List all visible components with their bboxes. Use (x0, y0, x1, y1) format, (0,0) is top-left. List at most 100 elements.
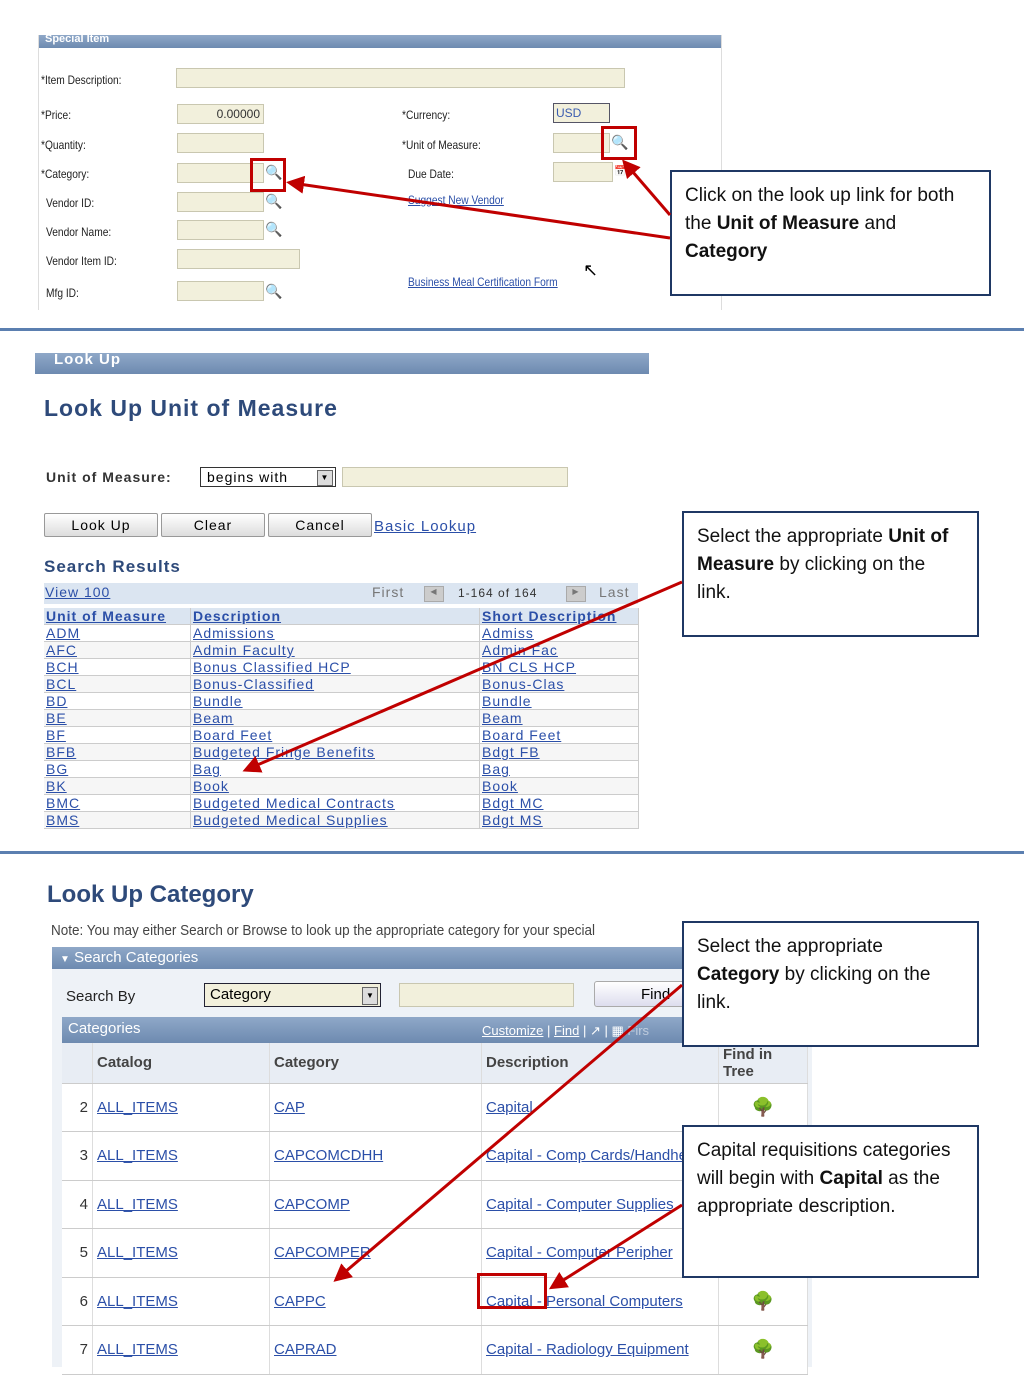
quantity-input[interactable] (177, 133, 264, 153)
category-link[interactable]: CAPCOMPER (274, 1244, 371, 1261)
category-link[interactable]: CAPCOMP (274, 1196, 350, 1213)
catalog-link[interactable]: ALL_ITEMS (97, 1147, 178, 1164)
uom-link[interactable]: Bdgt MS (482, 812, 543, 828)
uom-link[interactable]: Budgeted Medical Contracts (193, 795, 395, 811)
uom-link[interactable]: Book (482, 778, 518, 794)
description-link[interactable]: Capital (486, 1099, 533, 1116)
uom-link[interactable]: Admin Fac (482, 642, 558, 658)
category-link[interactable]: CAPCOMCDHH (274, 1147, 383, 1164)
uom-link[interactable]: BF (46, 727, 66, 743)
uom-link[interactable]: Bonus-Classified (193, 676, 314, 692)
mfg-id-input[interactable] (177, 281, 264, 301)
uom-link[interactable]: Board Feet (482, 727, 561, 743)
uom-link[interactable]: BN CLS HCP (482, 659, 576, 675)
next-arrow-icon[interactable]: ▶ (566, 586, 586, 602)
cancel-button[interactable]: Cancel (268, 513, 372, 537)
uom-link[interactable]: BMC (46, 795, 80, 811)
category-link[interactable]: CAPPC (274, 1293, 326, 1310)
uom-link[interactable]: Bonus Classified HCP (193, 659, 351, 675)
uom-link[interactable]: AFC (46, 642, 77, 658)
chevron-down-icon: ▼ (362, 987, 378, 1005)
uom-link[interactable]: BCL (46, 676, 76, 692)
uom-link[interactable]: Bonus-Clas (482, 676, 564, 692)
new-window-icon[interactable]: ↗ (590, 1023, 601, 1038)
vendor-name-lookup-icon[interactable]: 🔍 (265, 221, 282, 238)
uom-link[interactable]: Bundle (482, 693, 532, 709)
column-header-description[interactable]: Description (193, 608, 281, 624)
uom-link[interactable]: Beam (482, 710, 523, 726)
customize-link[interactable]: Customize (482, 1023, 543, 1038)
catalog-link[interactable]: ALL_ITEMS (97, 1341, 178, 1358)
price-input[interactable]: 0.00000 (177, 104, 264, 124)
uom-link[interactable]: BE (46, 710, 67, 726)
category-link[interactable]: CAP (274, 1099, 305, 1116)
uom-link[interactable]: BMS (46, 812, 79, 828)
basic-lookup-link[interactable]: Basic Lookup (374, 518, 476, 535)
uom-link[interactable]: BK (46, 778, 67, 794)
find-link[interactable]: Find (554, 1023, 579, 1038)
first-label[interactable]: Firs (627, 1023, 649, 1038)
calendar-icon[interactable]: 📅 (614, 166, 626, 177)
description-link[interactable]: Capital - Radiology Equipment (486, 1341, 689, 1358)
uom-search-input[interactable] (342, 467, 568, 487)
suggest-new-vendor-link[interactable]: Suggest New Vendor (408, 193, 504, 207)
uom-link[interactable]: BD (46, 693, 67, 709)
chevron-down-icon: ▼ (317, 470, 333, 486)
clear-button[interactable]: Clear (161, 513, 265, 537)
uom-link[interactable]: ADM (46, 625, 80, 641)
uom-link[interactable]: Bag (193, 761, 221, 777)
category-link[interactable]: CAPRAD (274, 1341, 337, 1358)
uom-link[interactable]: Bundle (193, 693, 243, 709)
uom-link[interactable]: Admin Faculty (193, 642, 295, 658)
range-label: 1-164 of 164 (458, 586, 538, 600)
column-header-short-description[interactable]: Short Description (482, 608, 616, 624)
tree-icon[interactable]: 🌳 (752, 1339, 774, 1359)
vendor-item-id-input[interactable] (177, 249, 300, 269)
column-header-uom[interactable]: Unit of Measure (46, 608, 166, 624)
uom-link[interactable]: Admissions (193, 625, 275, 641)
catalog-link[interactable]: ALL_ITEMS (97, 1196, 178, 1213)
category-search-input[interactable] (399, 983, 574, 1007)
uom-link[interactable]: Beam (193, 710, 234, 726)
vendor-id-lookup-icon[interactable]: 🔍 (265, 193, 282, 210)
business-meal-link[interactable]: Business Meal Certification Form (408, 275, 558, 289)
uom-link[interactable]: BCH (46, 659, 79, 675)
view-all-link[interactable]: View 100 (45, 584, 110, 600)
uom-link[interactable]: BFB (46, 744, 76, 760)
price-label: *Price: (41, 108, 72, 122)
uom-link[interactable]: Book (193, 778, 229, 794)
categories-grid-title: Categories (68, 1020, 141, 1037)
item-description-input[interactable] (176, 68, 625, 88)
tree-icon[interactable]: 🌳 (752, 1291, 774, 1311)
uom-link[interactable]: BG (46, 761, 68, 777)
catalog-link[interactable]: ALL_ITEMS (97, 1244, 178, 1261)
first-label[interactable]: First (372, 584, 404, 600)
description-link[interactable]: Capital - Comp Cards/Handhelds (486, 1147, 706, 1164)
description-link[interactable]: Capital - Computer Supplies (486, 1196, 674, 1213)
last-label[interactable]: Last (599, 584, 629, 600)
results-nav-bar: View 100 First ◀ 1-164 of 164 ▶ Last (44, 583, 638, 604)
mfg-id-lookup-icon[interactable]: 🔍 (265, 283, 282, 300)
catalog-link[interactable]: ALL_ITEMS (97, 1099, 178, 1116)
description-link[interactable]: Capital - Computer Peripher (486, 1244, 673, 1261)
vendor-id-input[interactable] (177, 192, 264, 212)
uom-link[interactable]: Bag (482, 761, 510, 777)
section-divider (0, 851, 1024, 854)
lookup-button[interactable]: Look Up (44, 513, 158, 537)
download-grid-icon[interactable]: ▦ (611, 1023, 623, 1038)
uom-link[interactable]: Bdgt MC (482, 795, 543, 811)
uom-link[interactable]: Admiss (482, 625, 534, 641)
vendor-name-input[interactable] (177, 220, 264, 240)
due-date-input[interactable] (553, 162, 613, 182)
uom-link[interactable]: Bdgt FB (482, 744, 540, 760)
uom-link[interactable]: Budgeted Fringe Benefits (193, 744, 375, 760)
currency-input[interactable]: USD (553, 103, 610, 123)
prev-arrow-icon[interactable]: ◀ (424, 586, 444, 602)
uom-link[interactable]: Budgeted Medical Supplies (193, 812, 388, 828)
catalog-link[interactable]: ALL_ITEMS (97, 1293, 178, 1310)
uom-link[interactable]: Board Feet (193, 727, 272, 743)
tree-icon[interactable]: 🌳 (752, 1097, 774, 1117)
search-by-select[interactable]: Category ▼ (204, 983, 381, 1007)
operator-select[interactable]: begins with ▼ (200, 467, 336, 487)
item-description-label: *Item Description: (41, 73, 122, 87)
